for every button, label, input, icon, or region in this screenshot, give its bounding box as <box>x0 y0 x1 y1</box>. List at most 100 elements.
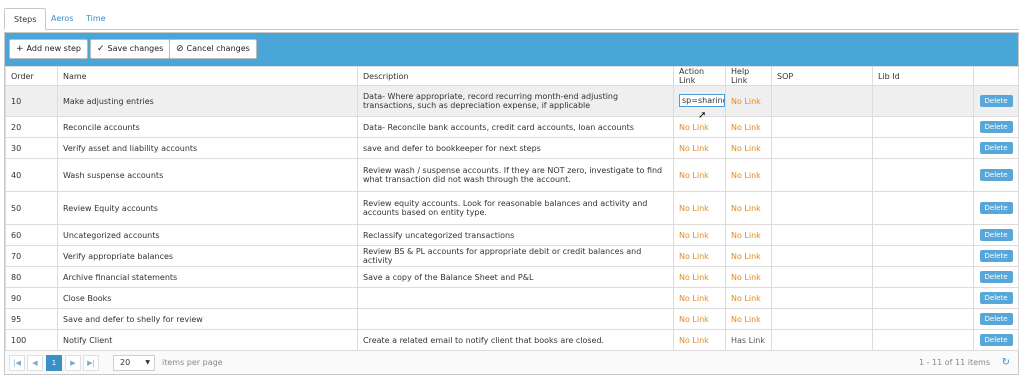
help-link-cell[interactable]: Has Link <box>725 329 772 351</box>
sop-cell[interactable] <box>771 308 873 330</box>
sop-cell[interactable] <box>771 116 873 138</box>
name-cell[interactable]: Notify Client <box>57 329 358 351</box>
help-link-cell[interactable]: No Link <box>725 116 772 138</box>
lib-id-cell[interactable] <box>872 287 974 309</box>
sop-cell[interactable] <box>771 329 873 351</box>
description-cell[interactable]: Review BS & PL accounts for appropriate … <box>357 245 674 267</box>
description-cell[interactable]: save and defer to bookkeeper for next st… <box>357 137 674 159</box>
lib-id-cell[interactable] <box>872 116 974 138</box>
help-link-cell[interactable]: No Link <box>725 245 772 267</box>
lib-id-cell[interactable] <box>872 158 974 192</box>
next-page-icon[interactable]: ▶ <box>65 355 81 371</box>
delete-button[interactable]: Delete <box>979 334 1013 346</box>
lib-id-cell[interactable] <box>872 266 974 288</box>
name-cell[interactable]: Make adjusting entries <box>57 85 358 117</box>
save-changes-button[interactable]: ✓ Save changes <box>90 39 171 59</box>
action-link-cell[interactable]: No Link <box>673 329 726 351</box>
delete-button[interactable]: Delete <box>979 95 1013 107</box>
column-header-action-link[interactable]: Action Link <box>673 66 726 86</box>
help-link-cell[interactable]: No Link <box>725 137 772 159</box>
delete-button[interactable]: Delete <box>979 271 1013 283</box>
name-cell[interactable]: Verify appropriate balances <box>57 245 358 267</box>
sop-cell[interactable] <box>771 266 873 288</box>
name-cell[interactable]: Close Books <box>57 287 358 309</box>
column-header-name[interactable]: Name <box>57 66 358 86</box>
order-cell[interactable]: 90 <box>5 287 58 309</box>
delete-button[interactable]: Delete <box>979 292 1013 304</box>
table-row[interactable]: 40 Wash suspense accounts Review wash / … <box>5 158 1019 192</box>
column-header-order[interactable]: Order <box>5 66 58 86</box>
sop-cell[interactable] <box>771 245 873 267</box>
page-size-select[interactable]: 20 ▼ <box>113 355 155 371</box>
table-row[interactable]: 60 Uncategorized accounts Reclassify unc… <box>5 224 1019 246</box>
action-link-cell[interactable]: No Link <box>673 158 726 192</box>
description-cell[interactable] <box>357 308 674 330</box>
name-cell[interactable]: Reconcile accounts <box>57 116 358 138</box>
tab-steps[interactable]: Steps <box>4 8 47 30</box>
name-cell[interactable]: Verify asset and liability accounts <box>57 137 358 159</box>
previous-page-icon[interactable]: ◀ <box>27 355 43 371</box>
refresh-icon[interactable]: ↻ <box>1002 355 1010 371</box>
column-header-sop[interactable]: SOP <box>771 66 873 86</box>
name-cell[interactable]: Save and defer to shelly for review <box>57 308 358 330</box>
table-row[interactable]: 95 Save and defer to shelly for review N… <box>5 308 1019 330</box>
cancel-changes-button[interactable]: ⊘ Cancel changes <box>169 39 257 59</box>
description-cell[interactable]: Data- Where appropriate, record recurrin… <box>357 85 674 117</box>
action-link-cell[interactable]: No Link <box>673 245 726 267</box>
help-link-cell[interactable]: No Link <box>725 287 772 309</box>
first-page-icon[interactable]: |◀ <box>9 355 25 371</box>
lib-id-cell[interactable] <box>872 137 974 159</box>
help-link-cell[interactable]: No Link <box>725 158 772 192</box>
help-link-cell[interactable]: No Link <box>725 85 772 117</box>
order-cell[interactable]: 20 <box>5 116 58 138</box>
help-link-cell[interactable]: No Link <box>725 308 772 330</box>
name-cell[interactable]: Review Equity accounts <box>57 191 358 225</box>
add-new-step-button[interactable]: + Add new step <box>9 39 88 59</box>
table-row[interactable]: 80 Archive financial statements Save a c… <box>5 266 1019 288</box>
action-link-cell[interactable]: No Link <box>673 308 726 330</box>
sop-cell[interactable] <box>771 224 873 246</box>
order-cell[interactable]: 30 <box>5 137 58 159</box>
lib-id-cell[interactable] <box>872 224 974 246</box>
description-cell[interactable]: Review equity accounts. Look for reasona… <box>357 191 674 225</box>
table-row[interactable]: 10 Make adjusting entries Data- Where ap… <box>5 85 1019 117</box>
lib-id-cell[interactable] <box>872 85 974 117</box>
help-link-cell[interactable]: No Link <box>725 224 772 246</box>
description-cell[interactable]: Reclassify uncategorized transactions <box>357 224 674 246</box>
name-cell[interactable]: Archive financial statements <box>57 266 358 288</box>
action-link-cell[interactable]: No Link <box>673 137 726 159</box>
lib-id-cell[interactable] <box>872 329 974 351</box>
action-link-cell[interactable]: No Link <box>673 224 726 246</box>
column-header-lib-id[interactable]: Lib Id <box>872 66 974 86</box>
order-cell[interactable]: 10 <box>5 85 58 117</box>
column-header-help-link[interactable]: Help Link <box>725 66 772 86</box>
name-cell[interactable]: Wash suspense accounts <box>57 158 358 192</box>
order-cell[interactable]: 60 <box>5 224 58 246</box>
help-link-cell[interactable]: No Link <box>725 266 772 288</box>
description-cell[interactable]: Save a copy of the Balance Sheet and P&L <box>357 266 674 288</box>
table-row[interactable]: 100 Notify Client Create a related email… <box>5 329 1019 351</box>
description-cell[interactable]: Review wash / suspense accounts. If they… <box>357 158 674 192</box>
order-cell[interactable]: 50 <box>5 191 58 225</box>
lib-id-cell[interactable] <box>872 245 974 267</box>
table-row[interactable]: 20 Reconcile accounts Data- Reconcile ba… <box>5 116 1019 138</box>
lib-id-cell[interactable] <box>872 191 974 225</box>
delete-button[interactable]: Delete <box>979 142 1013 154</box>
table-row[interactable]: 50 Review Equity accounts Review equity … <box>5 191 1019 225</box>
action-link-cell[interactable]: No Link <box>673 266 726 288</box>
lib-id-cell[interactable] <box>872 308 974 330</box>
order-cell[interactable]: 70 <box>5 245 58 267</box>
table-row[interactable]: 90 Close Books No Link No Link Delete <box>5 287 1019 309</box>
delete-button[interactable]: Delete <box>979 229 1013 241</box>
action-link-cell[interactable]: No Link <box>673 191 726 225</box>
description-cell[interactable] <box>357 287 674 309</box>
help-link-cell[interactable]: No Link <box>725 191 772 225</box>
column-header-description[interactable]: Description <box>357 66 674 86</box>
description-cell[interactable]: Data- Reconcile bank accounts, credit ca… <box>357 116 674 138</box>
sop-cell[interactable] <box>771 137 873 159</box>
delete-button[interactable]: Delete <box>979 169 1013 181</box>
order-cell[interactable]: 100 <box>5 329 58 351</box>
order-cell[interactable]: 95 <box>5 308 58 330</box>
action-link-cell[interactable]: No Link <box>673 287 726 309</box>
sop-cell[interactable] <box>771 85 873 117</box>
